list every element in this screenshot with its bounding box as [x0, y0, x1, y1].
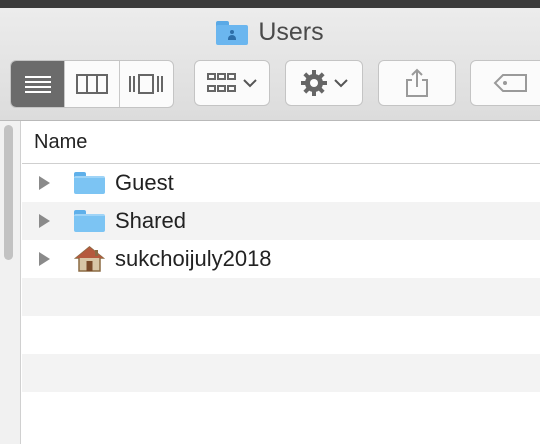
list-item[interactable]: Shared	[22, 202, 540, 240]
folder-icon	[74, 172, 105, 194]
column-view-icon	[75, 74, 108, 94]
list-item[interactable]: sukchoijuly2018	[22, 240, 540, 278]
empty-row	[22, 354, 540, 392]
list-view-icon	[24, 76, 51, 93]
list-item[interactable]: Guest	[22, 164, 540, 202]
tag-icon	[493, 74, 527, 92]
chevron-down-icon	[243, 79, 257, 88]
empty-row	[22, 278, 540, 316]
arrange-button[interactable]	[194, 60, 270, 106]
cover-flow-view-button[interactable]	[120, 61, 173, 107]
view-mode-segmented-control	[10, 60, 174, 108]
window-top-edge	[0, 0, 540, 8]
home-folder-icon	[74, 246, 105, 272]
empty-row	[22, 392, 540, 430]
grid-arrange-icon	[207, 73, 236, 92]
toolbar	[0, 60, 540, 108]
disclosure-triangle-icon[interactable]	[39, 252, 50, 266]
item-name: Guest	[115, 170, 174, 195]
name-column-header[interactable]: Name	[22, 121, 540, 164]
tags-button[interactable]	[470, 60, 540, 106]
name-column-label: Name	[34, 130, 88, 153]
window-titlebar-toolbar: Users	[0, 8, 540, 121]
share-icon	[406, 68, 428, 97]
empty-row	[22, 316, 540, 354]
cover-flow-icon	[129, 74, 164, 94]
folder-icon	[74, 210, 105, 232]
item-name: Shared	[115, 208, 186, 233]
disclosure-triangle-icon[interactable]	[39, 176, 50, 190]
item-name: sukchoijuly2018	[115, 246, 272, 271]
disclosure-triangle-icon[interactable]	[39, 214, 50, 228]
column-view-button[interactable]	[65, 61, 120, 107]
sidebar-scroll-area	[0, 121, 21, 444]
action-button[interactable]	[285, 60, 363, 106]
gear-icon	[301, 70, 327, 96]
window-title-text: Users	[258, 18, 324, 46]
share-button[interactable]	[378, 60, 456, 106]
users-folder-icon	[216, 20, 249, 45]
window-title: Users	[0, 18, 540, 47]
scrollbar-thumb[interactable]	[4, 125, 13, 260]
file-list: Name Guest Shared sukchoijuly2018	[22, 121, 540, 444]
chevron-down-icon	[334, 79, 348, 88]
list-view-button[interactable]	[11, 61, 66, 107]
